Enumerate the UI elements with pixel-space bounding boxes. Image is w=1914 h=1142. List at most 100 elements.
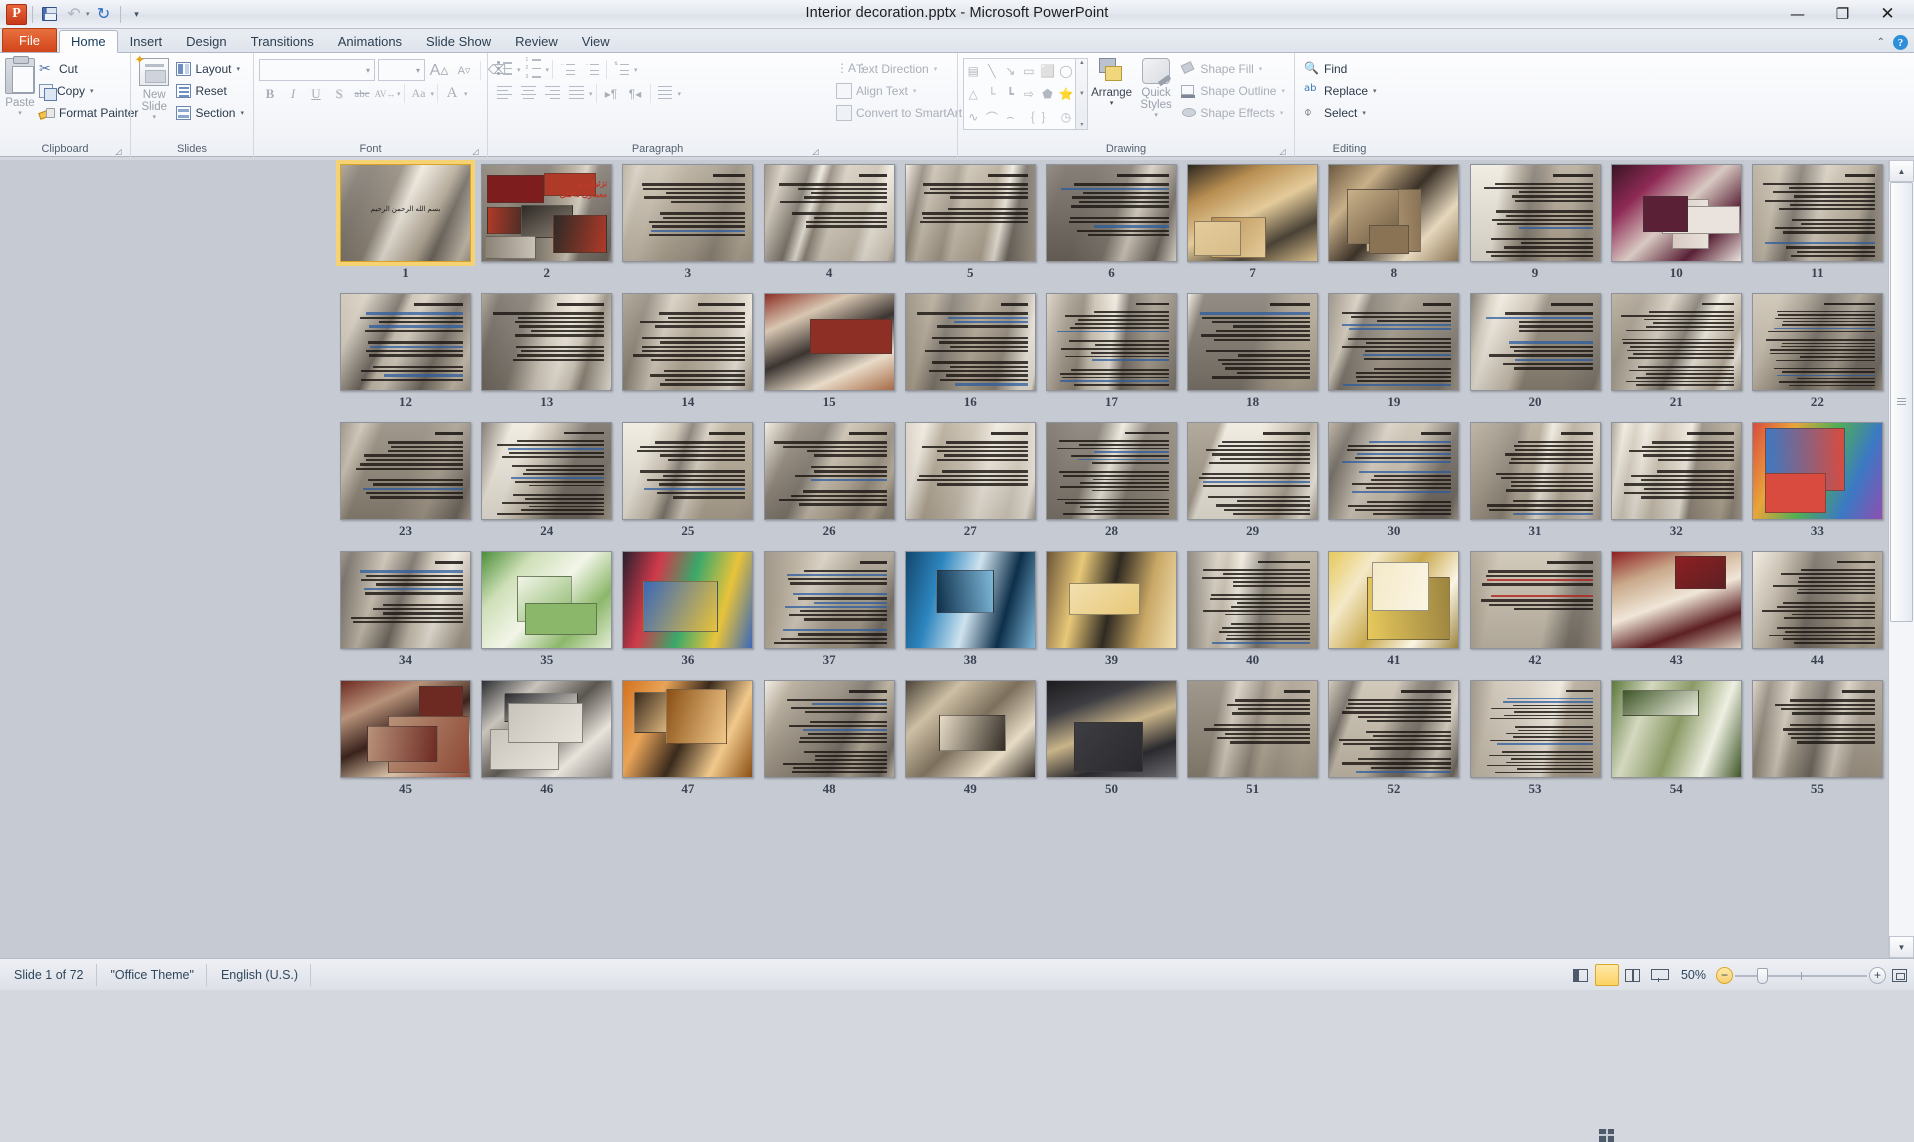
reset-button[interactable]: Reset — [172, 80, 248, 101]
scrollbar-track[interactable] — [1889, 182, 1914, 936]
restore-button[interactable]: ❐ — [1820, 1, 1865, 26]
increase-indent-button[interactable]: → — [580, 59, 603, 80]
shape-triangle-icon[interactable]: △ — [964, 82, 983, 105]
chevron-down-icon[interactable]: ▾ — [678, 90, 682, 98]
chevron-down-icon[interactable]: ▾ — [1373, 87, 1377, 95]
slide-thumbnail-27[interactable]: 27 — [900, 420, 1041, 549]
slide-thumbnail-53[interactable]: 53 — [1464, 678, 1605, 807]
increase-font-size-button[interactable]: A▵ — [428, 60, 450, 81]
slide-thumbnail-41[interactable]: 41 — [1323, 549, 1464, 678]
view-slide-show-button[interactable] — [1647, 964, 1671, 986]
slide-thumbnail-16[interactable]: 16 — [900, 291, 1041, 420]
chevron-down-icon[interactable]: ▾ — [1362, 109, 1366, 117]
shape-curve-icon[interactable]: ⌒ — [983, 106, 1002, 129]
slide-thumbnail-28[interactable]: 28 — [1041, 420, 1182, 549]
scrollbar-thumb[interactable] — [1890, 182, 1913, 622]
chevron-down-icon[interactable]: ▾ — [18, 108, 22, 120]
slide-thumbnail-3[interactable]: 3 — [617, 162, 758, 291]
slide-thumbnail-34[interactable]: 34 — [335, 549, 476, 678]
slide-thumbnail-11[interactable]: 11 — [1747, 162, 1888, 291]
shape-arrow-icon[interactable]: ↘ — [1001, 59, 1020, 82]
chevron-down-icon[interactable]: ▾ — [546, 66, 550, 74]
tab-insert[interactable]: Insert — [118, 29, 175, 52]
zoom-slider[interactable] — [1735, 967, 1867, 984]
align-center-button[interactable] — [517, 83, 540, 104]
slide-thumbnail-39[interactable]: 39 — [1041, 549, 1182, 678]
tab-transitions[interactable]: Transitions — [239, 29, 326, 52]
slide-thumbnail-4[interactable]: 4 — [759, 162, 900, 291]
justify-button[interactable] — [565, 83, 588, 104]
gallery-scroll-up-icon[interactable]: ▲ — [1079, 60, 1085, 66]
shape-pentagon-icon[interactable]: ⬟ — [1038, 82, 1057, 105]
slide-thumbnail-47[interactable]: 47 — [617, 678, 758, 807]
text-shadow-button[interactable]: S — [328, 83, 350, 104]
slide-thumbnail-1[interactable]: بسم الله الرحمن الرحیم1 — [335, 162, 476, 291]
chevron-down-icon[interactable]: ▾ — [934, 65, 938, 73]
view-slide-sorter-button[interactable] — [1595, 964, 1619, 986]
shape-pie-icon[interactable]: ◷ — [1057, 106, 1076, 129]
slide-thumbnail-26[interactable]: 26 — [759, 420, 900, 549]
strikethrough-button[interactable]: abc — [351, 83, 373, 104]
help-icon[interactable]: ? — [1893, 35, 1908, 50]
slide-counter[interactable]: Slide 1 of 72 — [2, 964, 97, 986]
slide-thumbnail-25[interactable]: 25 — [617, 420, 758, 549]
tab-review[interactable]: Review — [503, 29, 570, 52]
slide-thumbnail-35[interactable]: 35 — [476, 549, 617, 678]
shapes-gallery[interactable]: ▤ ╲ ↘ ▭ ⬜ ◯ △ └ ┗ ⇨ ⬟ ⭐ ∿ ⌒ ⌢ ｛ ｝ ◷ — [963, 58, 1076, 130]
slide-thumbnail-45[interactable]: 45 — [335, 678, 476, 807]
convert-to-smartart-button[interactable]: Convert to SmartArt ▾ — [832, 102, 975, 123]
character-spacing-button[interactable]: AV↔ — [374, 83, 396, 104]
shape-fill-button[interactable]: Shape Fill ▾ — [1177, 58, 1289, 79]
decrease-indent-button[interactable]: ← — [556, 59, 579, 80]
columns-button[interactable] — [654, 83, 677, 104]
theme-name[interactable]: "Office Theme" — [99, 964, 207, 986]
slide-thumbnail-8[interactable]: 8 — [1323, 162, 1464, 291]
shape-elbow-arrow-icon[interactable]: ┗ — [1001, 82, 1020, 105]
shapes-gallery-scrollbar[interactable]: ▲ ▼ ▾ — [1076, 58, 1088, 130]
slide-sorter-pane[interactable]: 11109876543تزئینات و معماری داخلی2بسم ال… — [0, 160, 1914, 958]
copy-button[interactable]: Copy ▾ — [35, 80, 142, 101]
chevron-down-icon[interactable]: ▾ — [517, 66, 521, 74]
align-text-button[interactable]: Align Text ▾ — [832, 80, 975, 101]
zoom-slider-handle[interactable] — [1757, 968, 1768, 984]
slide-thumbnail-50[interactable]: 50 — [1041, 678, 1182, 807]
tab-slide-show[interactable]: Slide Show — [414, 29, 503, 52]
find-button[interactable]: 🔍 Find — [1300, 58, 1381, 79]
slide-thumbnail-2[interactable]: تزئینات و معماری داخلی2 — [476, 162, 617, 291]
line-spacing-button[interactable]: ⇅ — [610, 59, 633, 80]
slide-thumbnail-19[interactable]: 19 — [1323, 291, 1464, 420]
shape-line-icon[interactable]: ╲ — [983, 59, 1002, 82]
shape-star-icon[interactable]: ⭐ — [1057, 82, 1076, 105]
shape-right-brace-icon[interactable]: ｝ — [1038, 106, 1057, 129]
gallery-scroll-down-icon[interactable]: ▼ — [1079, 91, 1085, 97]
collapse-ribbon-icon[interactable]: ⌃ — [1877, 37, 1885, 48]
drawing-dialog-launcher[interactable]: ◿ — [1278, 147, 1287, 156]
slide-thumbnail-22[interactable]: 22 — [1747, 291, 1888, 420]
slide-thumbnail-36[interactable]: 36 — [617, 549, 758, 678]
chevron-down-icon[interactable]: ▾ — [913, 87, 917, 95]
chevron-down-icon[interactable]: ▾ — [236, 65, 240, 73]
scroll-down-button[interactable]: ▼ — [1889, 936, 1914, 958]
tab-design[interactable]: Design — [174, 29, 238, 52]
tab-home[interactable]: Home — [59, 30, 118, 53]
fit-to-window-button[interactable] — [1888, 965, 1910, 985]
section-button[interactable]: Section ▾ — [172, 102, 248, 123]
layout-button[interactable]: Layout ▾ — [172, 58, 248, 79]
slide-thumbnail-18[interactable]: 18 — [1182, 291, 1323, 420]
close-button[interactable]: ✕ — [1865, 1, 1910, 26]
chevron-down-icon[interactable]: ▾ — [1110, 98, 1114, 110]
chevron-down-icon[interactable]: ▾ — [152, 112, 156, 124]
slide-thumbnail-9[interactable]: 9 — [1464, 162, 1605, 291]
slide-thumbnail-33[interactable]: 33 — [1747, 420, 1888, 549]
font-dialog-launcher[interactable]: ◿ — [471, 147, 480, 156]
slide-thumbnail-38[interactable]: 38 — [900, 549, 1041, 678]
chevron-down-icon[interactable]: ▾ — [464, 90, 468, 98]
cut-button[interactable]: ✂ Cut — [35, 58, 142, 79]
shape-elbow-icon[interactable]: └ — [983, 82, 1002, 105]
slide-thumbnail-14[interactable]: 14 — [617, 291, 758, 420]
italic-button[interactable]: I — [282, 83, 304, 104]
clipboard-dialog-launcher[interactable]: ◿ — [114, 147, 123, 156]
language-indicator[interactable]: English (U.S.) — [209, 964, 311, 986]
slide-thumbnail-43[interactable]: 43 — [1606, 549, 1747, 678]
change-case-button[interactable]: Aa — [408, 83, 430, 104]
